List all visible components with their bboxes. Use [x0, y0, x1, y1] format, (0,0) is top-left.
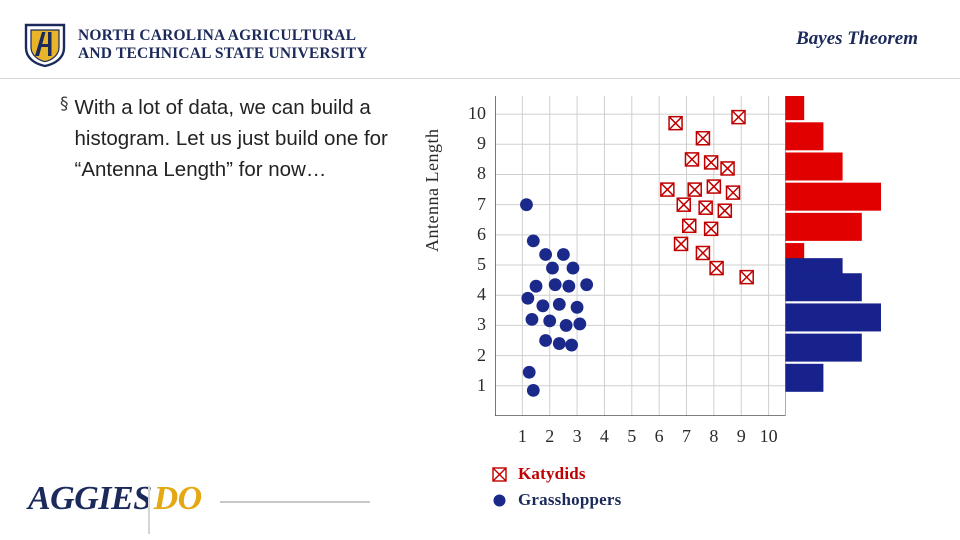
data-point-grasshopper	[546, 261, 559, 275]
page-title: Bayes Theorem	[796, 28, 918, 49]
x-tick-label: 1	[517, 426, 527, 446]
histogram-bar-katydids	[785, 212, 862, 241]
data-point-grasshopper	[526, 234, 540, 248]
y-tick-label: 1	[477, 374, 486, 395]
data-point-grasshopper	[536, 299, 550, 313]
x-tick-label: 4	[599, 426, 609, 446]
data-point-grasshopper	[552, 297, 566, 311]
list-item: § With a lot of data, we can build a his…	[60, 92, 390, 185]
histogram-bar-katydids	[785, 122, 824, 151]
filled-circle-marker-icon	[493, 494, 506, 506]
y-tick-label: 10	[468, 103, 486, 124]
x-tick-label: 10	[759, 426, 778, 446]
university-logo: NORTH CAROLINA AGRICULTURAL AND TECHNICA…	[22, 22, 368, 68]
x-tick-label: 8	[709, 426, 719, 446]
hatched-square-marker-icon	[492, 466, 507, 482]
data-point-grasshopper	[570, 300, 584, 314]
footer-brand-accent: DO	[153, 480, 203, 517]
data-point-grasshopper	[566, 261, 580, 275]
data-point-grasshopper	[522, 365, 536, 379]
legend-item-katydids: Katydids	[492, 464, 621, 484]
y-tick-label: 4	[477, 284, 486, 305]
data-point-grasshopper	[573, 317, 587, 331]
nc-at-shield-icon	[22, 22, 68, 68]
histogram-bar-grasshoppers	[785, 363, 824, 392]
y-tick-label: 3	[477, 314, 486, 335]
footer-rule	[219, 501, 370, 503]
university-line-1: NORTH CAROLINA AGRICULTURAL	[78, 26, 357, 44]
histogram-bar-grasshoppers	[785, 333, 862, 362]
data-point-grasshopper	[580, 278, 594, 292]
y-tick-label: 8	[477, 163, 486, 184]
data-point-grasshopper	[548, 278, 562, 292]
plot-svg	[494, 96, 785, 417]
y-tick-label: 6	[477, 223, 486, 244]
x-tick-label: 2	[545, 426, 555, 446]
legend-label-grasshoppers: Grasshoppers	[518, 490, 622, 509]
x-tick-label: 7	[682, 426, 691, 446]
chart-legend: Katydids Grasshoppers	[492, 464, 621, 516]
university-wordmark: NORTH CAROLINA AGRICULTURAL AND TECHNICA…	[78, 27, 368, 64]
scatter-histogram-figure: Antenna Length 1 2 3 4 5 6 7 8 9 10 1 2 3 4 5 6 7 8 9 10 K…	[400, 82, 940, 509]
data-point-grasshopper	[543, 314, 557, 328]
histogram-bar-katydids	[785, 152, 843, 181]
data-point-grasshopper	[562, 279, 576, 293]
y-tick-label: 2	[477, 344, 486, 365]
bullet-list: § With a lot of data, we can build a his…	[60, 92, 390, 185]
x-tick-label: 3	[572, 426, 582, 446]
data-point-grasshopper	[526, 383, 540, 397]
data-point-grasshopper	[559, 319, 573, 332]
y-tick-label: 7	[477, 193, 486, 214]
y-tick-label: 5	[477, 254, 486, 275]
data-point-grasshopper	[552, 337, 566, 350]
footer-vertical-divider	[148, 486, 150, 534]
y-tick-label: 9	[477, 133, 486, 154]
histogram-bar-grasshoppers	[785, 303, 881, 332]
histogram-panel	[785, 96, 881, 416]
legend-item-grasshoppers: Grasshoppers	[492, 490, 621, 510]
histogram-bar-katydids	[785, 96, 805, 121]
data-point-grasshopper	[539, 334, 553, 347]
y-axis-label: Antenna Length	[422, 128, 442, 252]
data-point-grasshopper	[556, 248, 570, 261]
university-line-2: AND TECHNICAL STATE UNIVERSITY	[78, 45, 368, 62]
plot-area	[494, 96, 785, 417]
data-point-grasshopper	[529, 279, 543, 293]
data-point-grasshopper	[565, 338, 579, 352]
x-tick-label: 5	[627, 426, 637, 446]
data-point-grasshopper	[539, 248, 553, 261]
bullet-text: With a lot of data, we can build a histo…	[74, 96, 388, 182]
data-point-grasshopper	[520, 198, 533, 212]
bullet-marker-icon: §	[60, 94, 69, 114]
footer-brand-primary: AGGIES	[28, 480, 152, 517]
legend-label-katydids: Katydids	[518, 464, 586, 483]
header-divider	[0, 78, 960, 79]
histogram-bar-katydids	[785, 182, 881, 211]
x-tick-label: 9	[736, 426, 746, 446]
data-point-grasshopper	[521, 291, 535, 305]
x-tick-label: 6	[654, 426, 664, 446]
histogram-bar-grasshoppers	[785, 273, 862, 302]
footer-brand: AGGIES DO	[28, 480, 370, 518]
data-point-grasshopper	[525, 312, 539, 326]
